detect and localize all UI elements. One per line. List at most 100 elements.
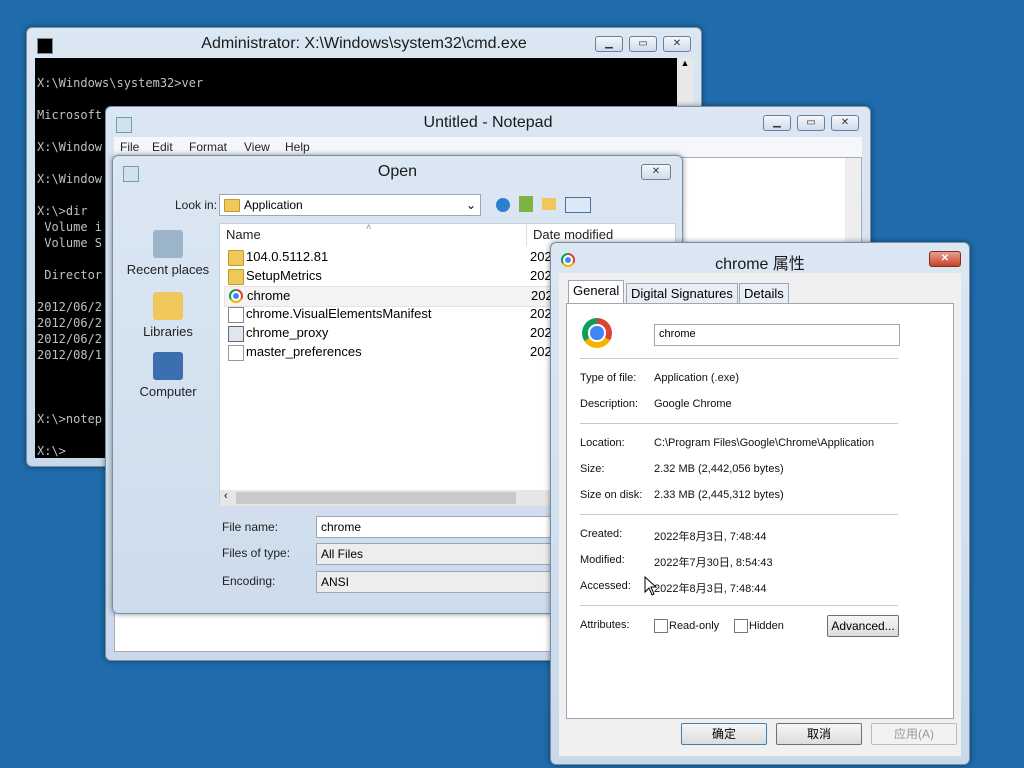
separator	[580, 514, 898, 515]
file-date: 202	[530, 268, 552, 283]
console-line: 2012/06/2	[37, 332, 103, 346]
separator	[580, 358, 898, 359]
new-folder-icon[interactable]	[542, 198, 556, 210]
scroll-left-arrow-icon[interactable]: ‹	[224, 490, 228, 502]
menu-format[interactable]: Format	[189, 140, 227, 154]
open-titlebar[interactable]: Open ✕	[113, 156, 682, 186]
menu-edit[interactable]: Edit	[152, 140, 173, 154]
menu-view[interactable]: View	[244, 140, 270, 154]
place-computer[interactable]: Computer	[123, 352, 213, 399]
file-name-input[interactable]: chrome	[654, 324, 900, 346]
console-line: Director	[37, 268, 103, 282]
console-line: X:\Windows\system32>ver	[37, 76, 204, 90]
read-only-label[interactable]: Read-only	[669, 620, 719, 632]
console-line: X:\>notep	[37, 412, 103, 426]
apply-button[interactable]: 应用(A)	[871, 723, 957, 745]
notepad-title: Untitled - Notepad	[423, 114, 553, 131]
scroll-up-arrow-icon[interactable]: ▲	[677, 58, 693, 68]
modified-value: 2022年7月30日, 8:54:43	[654, 557, 773, 569]
close-button[interactable]: ✕	[663, 36, 691, 52]
file-name: chrome.VisualElementsManifest	[246, 306, 432, 321]
minimize-button[interactable]: ▁	[763, 115, 791, 131]
created-value: 2022年8月3日, 7:48:44	[654, 531, 767, 543]
tab-digital-signatures[interactable]: Digital Signatures	[626, 283, 738, 303]
folder-icon	[228, 250, 244, 266]
chrome-icon	[582, 318, 612, 348]
cmd-titlebar[interactable]: Administrator: X:\Windows\system32\cmd.e…	[27, 28, 701, 58]
view-menu-icon[interactable]	[565, 197, 591, 213]
file-name-input[interactable]: chrome	[316, 516, 576, 538]
exe-file-icon	[228, 326, 244, 342]
properties-dialog[interactable]: chrome 属性 ✕ General Digital Signatures D…	[550, 242, 970, 765]
accessed-value: 2022年8月3日, 7:48:44	[654, 583, 767, 595]
folder-icon	[228, 269, 244, 285]
menu-file[interactable]: File	[120, 140, 139, 154]
console-line: Microsoft	[37, 108, 103, 122]
sort-arrow-icon: ˄	[366, 222, 372, 232]
hidden-label[interactable]: Hidden	[749, 620, 784, 632]
files-of-type-value: All Files	[321, 547, 364, 561]
description-label: Description:	[580, 398, 639, 410]
hidden-checkbox[interactable]	[734, 619, 748, 633]
look-in-combo[interactable]: Application ⌄	[219, 194, 481, 216]
created-label: Created:	[580, 528, 623, 540]
files-of-type-select[interactable]: All Files	[316, 543, 576, 565]
place-libraries[interactable]: Libraries	[123, 292, 213, 339]
location-value: C:\Program Files\Google\Chrome\Applicati…	[654, 437, 875, 449]
place-recent[interactable]: Recent places	[123, 230, 213, 277]
back-icon[interactable]	[496, 198, 510, 212]
advanced-button[interactable]: Advanced...	[827, 615, 899, 637]
close-button[interactable]: ✕	[831, 115, 859, 131]
place-label: Recent places	[126, 262, 210, 277]
accessed-label: Accessed:	[580, 580, 631, 592]
computer-icon	[153, 352, 183, 380]
file-name-label: File name:	[222, 520, 279, 534]
tab-general[interactable]: General	[568, 280, 625, 304]
properties-titlebar[interactable]: chrome 属性 ✕	[551, 243, 969, 273]
general-panel: chrome Type of file: Application (.exe) …	[566, 303, 954, 719]
open-title: Open	[377, 163, 418, 180]
ok-button[interactable]: 确定	[681, 723, 767, 745]
type-value: Application (.exe)	[654, 372, 739, 384]
notepad-titlebar[interactable]: Untitled - Notepad ▁ ▭ ✕	[106, 107, 870, 137]
file-date: 202	[530, 306, 552, 321]
place-label: Computer	[139, 384, 197, 399]
file-name: chrome_proxy	[246, 325, 329, 340]
close-button[interactable]: ✕	[929, 251, 961, 267]
libraries-icon	[153, 292, 183, 320]
console-line: 2012/08/1	[37, 348, 103, 362]
column-name[interactable]: Name	[220, 224, 526, 246]
blank-file-icon	[228, 345, 244, 361]
read-only-checkbox[interactable]	[654, 619, 668, 633]
encoding-select[interactable]: ANSI	[316, 571, 576, 593]
notepad-menubar: File Edit Format View Help	[114, 137, 862, 157]
type-label: Type of file:	[580, 372, 637, 384]
size-label: Size:	[580, 463, 605, 475]
chevron-down-icon: ⌄	[465, 198, 476, 212]
file-date: 202	[530, 325, 552, 340]
console-line: X:\>dir	[37, 204, 88, 218]
cancel-button[interactable]: 取消	[776, 723, 862, 745]
properties-body: General Digital Signatures Details chrom…	[559, 273, 961, 756]
properties-title: chrome 属性	[715, 256, 805, 273]
place-label: Libraries	[143, 324, 193, 339]
file-name-value: chrome	[321, 520, 362, 534]
console-line: X:\Window	[37, 172, 103, 186]
maximize-button[interactable]: ▭	[797, 115, 825, 131]
look-in-value: Application	[244, 198, 303, 212]
modified-label: Modified:	[580, 554, 625, 566]
location-label: Location:	[580, 437, 625, 449]
separator	[580, 605, 898, 606]
menu-help[interactable]: Help	[285, 140, 310, 154]
up-folder-icon[interactable]	[519, 196, 533, 212]
size-value: 2.32 MB (2,442,056 bytes)	[654, 463, 784, 475]
minimize-button[interactable]: ▁	[595, 36, 623, 52]
tab-details[interactable]: Details	[739, 283, 789, 303]
close-button[interactable]: ✕	[641, 164, 671, 180]
scroll-thumb[interactable]	[236, 492, 516, 504]
file-name: master_preferences	[246, 344, 362, 359]
console-line: 2012/06/2	[37, 300, 103, 314]
file-name: 104.0.5112.81	[246, 249, 329, 264]
console-line: Volume i	[37, 220, 103, 234]
maximize-button[interactable]: ▭	[629, 36, 657, 52]
